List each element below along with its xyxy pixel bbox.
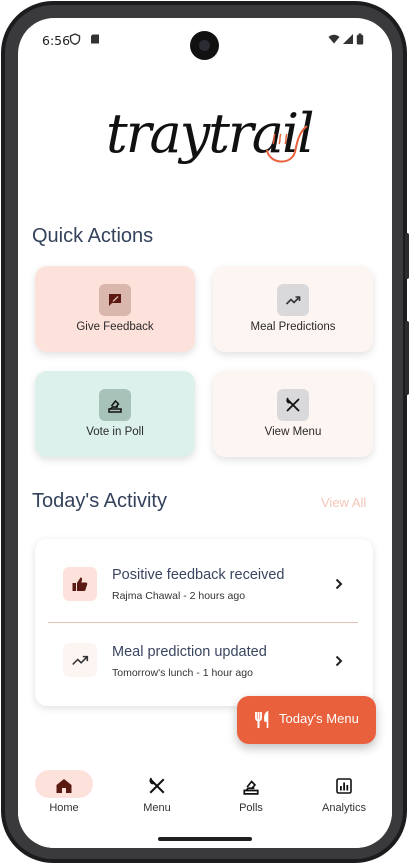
app-logo: traytrail: [106, 100, 314, 180]
give-feedback-card[interactable]: Give Feedback: [35, 266, 195, 352]
power-button: [405, 321, 409, 395]
nav-polls[interactable]: Polls: [212, 768, 292, 828]
nav-polls-label: Polls: [239, 802, 263, 814]
sd-card-icon: [91, 34, 99, 44]
nav-analytics-label: Analytics: [321, 802, 367, 814]
todays-menu-fab[interactable]: Today's Menu: [237, 696, 376, 744]
volume-button: [405, 233, 409, 279]
trending-up-icon: [277, 284, 309, 316]
phone-frame: 6:56 traytrail Quick Actions Give Feedba…: [1, 1, 409, 863]
status-bar: 6:56: [18, 18, 392, 62]
home-icon: [56, 779, 72, 793]
analytics-icon: [336, 778, 352, 794]
ballot-icon: [99, 389, 131, 421]
shield-icon: [69, 33, 81, 45]
activity-item-feedback[interactable]: Positive feedback received Rajma Chawal …: [35, 546, 373, 622]
todays-activity-title: Today's Activity: [32, 490, 167, 512]
view-menu-label: View Menu: [264, 426, 322, 438]
view-menu-card[interactable]: View Menu: [213, 371, 373, 457]
ladle-icon: [266, 125, 308, 163]
thumbs-up-icon: [63, 567, 97, 601]
activity-subtitle: Tomorrow's lunch - 1 hour ago: [112, 667, 253, 679]
activity-card: Positive feedback received Rajma Chawal …: [35, 539, 373, 706]
activity-title: Positive feedback received: [112, 567, 285, 583]
quick-actions-title: Quick Actions: [32, 225, 154, 247]
activity-subtitle: Rajma Chawal - 2 hours ago: [112, 590, 246, 602]
home-indicator[interactable]: [158, 837, 252, 841]
chevron-right-icon: [335, 578, 343, 590]
activity-title: Meal prediction updated: [112, 644, 267, 660]
status-time: 6:56: [42, 33, 71, 48]
wifi-icon: [328, 34, 340, 44]
vote-in-poll-card[interactable]: Vote in Poll: [35, 371, 195, 457]
nav-menu-label: Menu: [143, 802, 171, 814]
ballot-icon: [243, 780, 259, 795]
chevron-right-icon: [335, 655, 343, 667]
fork-knife-icon: [277, 389, 309, 421]
view-all-link[interactable]: View All: [321, 495, 366, 510]
meal-predictions-card[interactable]: Meal Predictions: [213, 266, 373, 352]
nav-analytics[interactable]: Analytics: [305, 768, 385, 828]
todays-menu-label: Today's Menu: [279, 711, 359, 726]
vote-in-poll-label: Vote in Poll: [86, 426, 144, 438]
activity-item-prediction[interactable]: Meal prediction updated Tomorrow's lunch…: [35, 623, 373, 699]
meal-predictions-label: Meal Predictions: [250, 321, 336, 333]
cellular-signal-icon: [343, 34, 353, 44]
fork-knife-icon: [149, 777, 165, 794]
restaurant-icon: [255, 710, 269, 728]
battery-icon: [356, 33, 364, 45]
nav-home[interactable]: Home: [25, 768, 105, 828]
give-feedback-label: Give Feedback: [76, 321, 154, 333]
screen: 6:56 traytrail Quick Actions Give Feedba…: [18, 18, 392, 848]
nav-menu[interactable]: Menu: [118, 768, 198, 828]
nav-home-label: Home: [49, 802, 79, 814]
feedback-icon: [99, 284, 131, 316]
trending-up-icon: [63, 643, 97, 677]
bottom-nav: Home Menu Polls Analytics: [18, 758, 392, 848]
front-camera: [190, 31, 219, 60]
